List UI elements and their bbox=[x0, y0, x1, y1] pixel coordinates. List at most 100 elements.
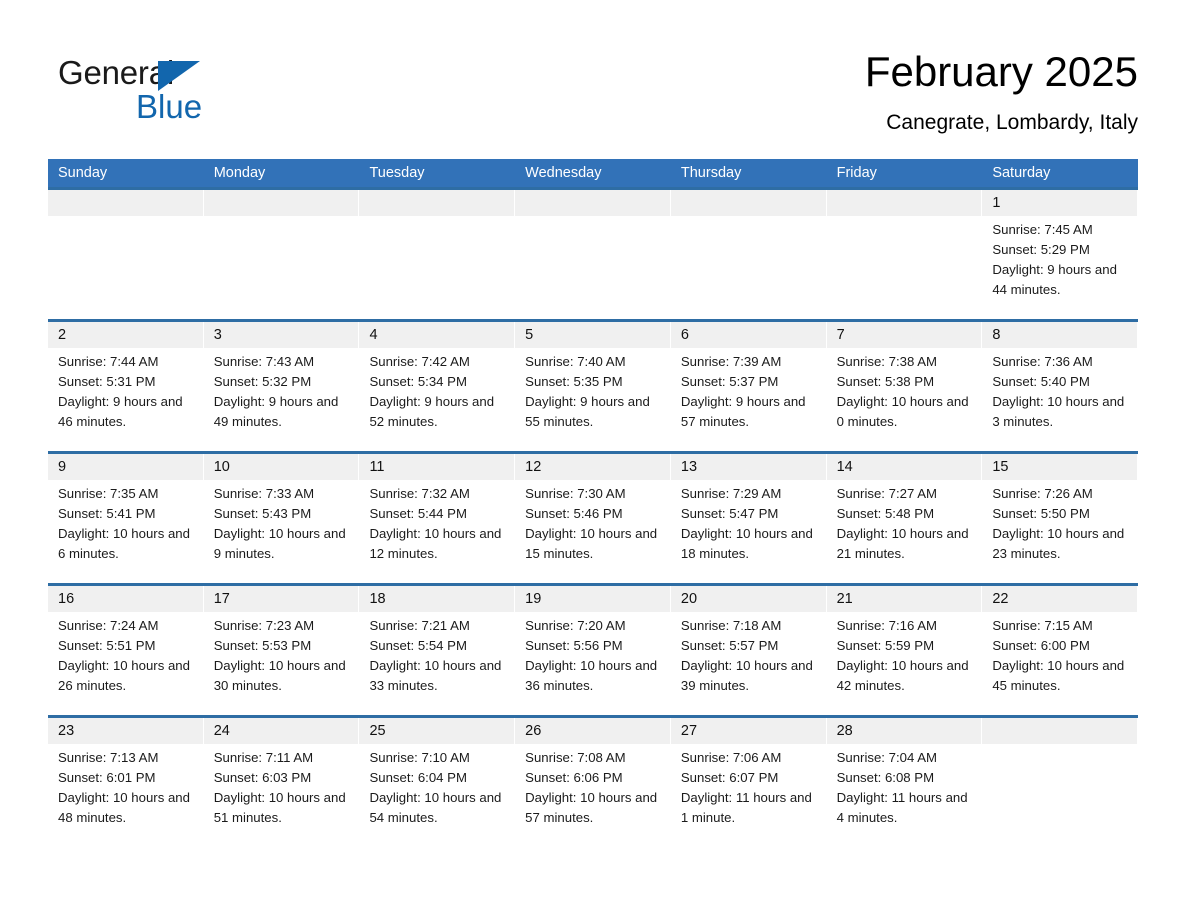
day-details: Sunrise: 7:04 AM Sunset: 6:08 PM Daylight:… bbox=[827, 744, 982, 828]
sunset-text: Sunset: 5:50 PM bbox=[992, 506, 1090, 521]
daylight-text: Daylight: 10 hours and 57 minutes. bbox=[525, 790, 658, 825]
calendar-day-cell[interactable]: 19 Sunrise: 7:20 AM Sunset: 5:56 PM Dayligh… bbox=[515, 586, 671, 715]
day-number: 12 bbox=[515, 454, 670, 480]
sunrise-text: Sunrise: 7:21 AM bbox=[369, 618, 470, 633]
sunrise-text: Sunrise: 7:06 AM bbox=[680, 750, 782, 765]
weekday-header-row: Sunday Monday Tuesday Wednesday Thursday… bbox=[48, 159, 1138, 187]
sunrise-text: Sunrise: 7:35 AM bbox=[58, 486, 159, 501]
calendar-day-cell[interactable]: 25 Sunrise: 7:10 AM Sunset: 6:04 PM Dayligh… bbox=[359, 718, 516, 847]
calendar-day-cell[interactable]: 18 Sunrise: 7:21 AM Sunset: 5:54 PM Dayligh… bbox=[359, 586, 516, 715]
calendar-day-cell[interactable]: 27 Sunrise: 7:06 AM Sunset: 6:07 PM Dayligh… bbox=[670, 718, 827, 847]
daylight-text: Daylight: 10 hours and 51 minutes. bbox=[213, 790, 346, 825]
sunset-text: Sunset: 5:43 PM bbox=[213, 506, 312, 521]
daylight-text: Daylight: 9 hours and 52 minutes. bbox=[369, 394, 495, 429]
calendar-day-cell[interactable]: 20 Sunrise: 7:18 AM Sunset: 5:57 PM Dayligh… bbox=[670, 586, 827, 715]
day-number: 24 bbox=[203, 718, 359, 744]
day-details: Sunrise: 7:18 AM Sunset: 5:57 PM Daylight:… bbox=[671, 612, 826, 696]
calendar-day-cell[interactable]: 4 Sunrise: 7:42 AM Sunset: 5:34 PM Daylight… bbox=[359, 322, 516, 451]
daylight-text: Daylight: 10 hours and 0 minutes. bbox=[836, 394, 969, 429]
weekday-header-tuesday: Tuesday bbox=[369, 165, 425, 181]
calendar-weeks: 1 Sunrise: 7:45 AM Sunset: 5:29 PM Daylight… bbox=[48, 187, 1139, 847]
sunset-text: Sunset: 5:38 PM bbox=[836, 374, 935, 389]
calendar-day-cell[interactable]: 9 Sunrise: 7:35 AM Sunset: 5:41 PM Daylight… bbox=[48, 454, 204, 583]
day-number bbox=[982, 718, 1138, 744]
day-details: Sunrise: 7:33 AM Sunset: 5:43 PM Daylight:… bbox=[204, 480, 359, 564]
day-details: Sunrise: 7:38 AM Sunset: 5:38 PM Daylight:… bbox=[827, 348, 982, 432]
calendar-day-cell[interactable]: 24 Sunrise: 7:11 AM Sunset: 6:03 PM Dayligh… bbox=[203, 718, 360, 847]
calendar-day-cell[interactable]: 26 Sunrise: 7:08 AM Sunset: 6:06 PM Dayligh… bbox=[515, 718, 671, 847]
calendar-day-cell[interactable]: 2 Sunrise: 7:44 AM Sunset: 5:31 PM Daylight… bbox=[48, 322, 204, 451]
calendar-day-cell[interactable]: 17 Sunrise: 7:23 AM Sunset: 5:53 PM Dayligh… bbox=[203, 586, 360, 715]
calendar-day-cell[interactable]: 11 Sunrise: 7:32 AM Sunset: 5:44 PM Dayligh… bbox=[359, 454, 516, 583]
sunrise-text: Sunrise: 7:43 AM bbox=[213, 354, 315, 369]
weekday-header-thursday: Thursday bbox=[680, 165, 742, 181]
daylight-text: Daylight: 10 hours and 42 minutes. bbox=[836, 658, 969, 693]
calendar-day-cell-empty bbox=[515, 190, 671, 319]
calendar-week-row: 1 Sunrise: 7:45 AM Sunset: 5:29 PM Daylight… bbox=[48, 187, 1139, 319]
daylight-text: Daylight: 9 hours and 44 minutes. bbox=[992, 262, 1117, 297]
calendar-day-cell[interactable]: 5 Sunrise: 7:40 AM Sunset: 5:35 PM Daylight… bbox=[515, 322, 671, 451]
calendar-day-cell[interactable]: 10 Sunrise: 7:33 AM Sunset: 5:43 PM Dayligh… bbox=[203, 454, 360, 583]
sunset-text: Sunset: 5:54 PM bbox=[369, 638, 467, 653]
calendar-day-cell[interactable]: 3 Sunrise: 7:43 AM Sunset: 5:32 PM Daylight… bbox=[203, 322, 360, 451]
sunset-text: Sunset: 5:41 PM bbox=[58, 506, 156, 521]
calendar-day-cell[interactable]: 7 Sunrise: 7:38 AM Sunset: 5:38 PM Daylight… bbox=[826, 322, 983, 451]
weekday-header-wednesday: Wednesday bbox=[525, 165, 602, 181]
day-number: 3 bbox=[203, 322, 359, 348]
day-number: 16 bbox=[48, 586, 203, 612]
calendar-day-cell-empty bbox=[48, 190, 204, 319]
day-number: 28 bbox=[826, 718, 982, 744]
day-details: Sunrise: 7:11 AM Sunset: 6:03 PM Daylight:… bbox=[204, 744, 359, 828]
calendar-day-cell-empty bbox=[670, 190, 827, 319]
day-details: Sunrise: 7:16 AM Sunset: 5:59 PM Daylight:… bbox=[827, 612, 982, 696]
calendar-day-cell[interactable]: 1 Sunrise: 7:45 AM Sunset: 5:29 PM Daylight… bbox=[982, 190, 1139, 319]
sunset-text: Sunset: 5:57 PM bbox=[680, 638, 779, 653]
sunrise-text: Sunrise: 7:38 AM bbox=[836, 354, 938, 369]
day-number bbox=[203, 190, 359, 216]
calendar-week-row: 23 Sunrise: 7:13 AM Sunset: 6:01 PM Dayligh… bbox=[48, 715, 1139, 847]
day-number bbox=[48, 190, 203, 216]
daylight-text: Daylight: 10 hours and 45 minutes. bbox=[992, 658, 1125, 693]
day-details: Sunrise: 7:15 AM Sunset: 6:00 PM Daylight:… bbox=[982, 612, 1137, 696]
sunset-text: Sunset: 5:31 PM bbox=[58, 374, 156, 389]
daylight-text: Daylight: 10 hours and 3 minutes. bbox=[992, 394, 1125, 429]
title-block: February 2025 Canegrate, Lombardy, Italy bbox=[865, 44, 1138, 138]
calendar-day-cell[interactable]: 21 Sunrise: 7:16 AM Sunset: 5:59 PM Dayligh… bbox=[826, 586, 983, 715]
calendar-day-cell-empty bbox=[359, 190, 516, 319]
day-number: 25 bbox=[359, 718, 515, 744]
calendar-day-cell[interactable]: 14 Sunrise: 7:27 AM Sunset: 5:48 PM Dayligh… bbox=[826, 454, 983, 583]
calendar-day-cell[interactable]: 15 Sunrise: 7:26 AM Sunset: 5:50 PM Dayligh… bbox=[982, 454, 1139, 583]
daylight-text: Daylight: 10 hours and 33 minutes. bbox=[369, 658, 502, 693]
sunset-text: Sunset: 5:44 PM bbox=[369, 506, 467, 521]
daylight-text: Daylight: 10 hours and 23 minutes. bbox=[992, 526, 1125, 561]
day-number: 26 bbox=[515, 718, 670, 744]
calendar-day-cell-empty bbox=[203, 190, 360, 319]
sunset-text: Sunset: 6:04 PM bbox=[369, 770, 467, 785]
day-details: Sunrise: 7:45 AM Sunset: 5:29 PM Daylight:… bbox=[982, 216, 1137, 300]
calendar-day-cell[interactable]: 12 Sunrise: 7:30 AM Sunset: 5:46 PM Dayligh… bbox=[515, 454, 671, 583]
calendar-day-cell[interactable]: 22 Sunrise: 7:15 AM Sunset: 6:00 PM Dayligh… bbox=[982, 586, 1139, 715]
daylight-text: Daylight: 10 hours and 15 minutes. bbox=[525, 526, 658, 561]
daylight-text: Daylight: 9 hours and 49 minutes. bbox=[213, 394, 339, 429]
calendar-day-cell[interactable]: 8 Sunrise: 7:36 AM Sunset: 5:40 PM Daylight… bbox=[982, 322, 1139, 451]
weekday-header-saturday: Saturday bbox=[992, 165, 1051, 181]
calendar-day-cell[interactable]: 6 Sunrise: 7:39 AM Sunset: 5:37 PM Daylight… bbox=[670, 322, 827, 451]
day-number: 13 bbox=[670, 454, 826, 480]
day-details: Sunrise: 7:21 AM Sunset: 5:54 PM Daylight:… bbox=[359, 612, 514, 696]
day-details: Sunrise: 7:08 AM Sunset: 6:06 PM Daylight:… bbox=[515, 744, 670, 828]
calendar-week-row: 16 Sunrise: 7:24 AM Sunset: 5:51 PM Dayligh… bbox=[48, 583, 1139, 715]
sunrise-text: Sunrise: 7:08 AM bbox=[525, 750, 626, 765]
sunrise-text: Sunrise: 7:44 AM bbox=[58, 354, 159, 369]
sunrise-text: Sunrise: 7:27 AM bbox=[836, 486, 938, 501]
calendar-day-cell[interactable]: 23 Sunrise: 7:13 AM Sunset: 6:01 PM Dayligh… bbox=[48, 718, 204, 847]
sunset-text: Sunset: 5:37 PM bbox=[680, 374, 779, 389]
day-details: Sunrise: 7:44 AM Sunset: 5:31 PM Daylight:… bbox=[48, 348, 203, 432]
sunrise-text: Sunrise: 7:11 AM bbox=[213, 750, 314, 765]
calendar-day-cell[interactable]: 16 Sunrise: 7:24 AM Sunset: 5:51 PM Dayligh… bbox=[48, 586, 204, 715]
calendar-day-cell-empty bbox=[826, 190, 983, 319]
sunset-text: Sunset: 6:08 PM bbox=[836, 770, 935, 785]
general-blue-logo[interactable]: General Blue bbox=[58, 54, 318, 134]
calendar-day-cell[interactable]: 28 Sunrise: 7:04 AM Sunset: 6:08 PM Dayligh… bbox=[826, 718, 983, 847]
calendar-day-cell[interactable]: 13 Sunrise: 7:29 AM Sunset: 5:47 PM Dayligh… bbox=[670, 454, 827, 583]
sunrise-text: Sunrise: 7:40 AM bbox=[525, 354, 626, 369]
